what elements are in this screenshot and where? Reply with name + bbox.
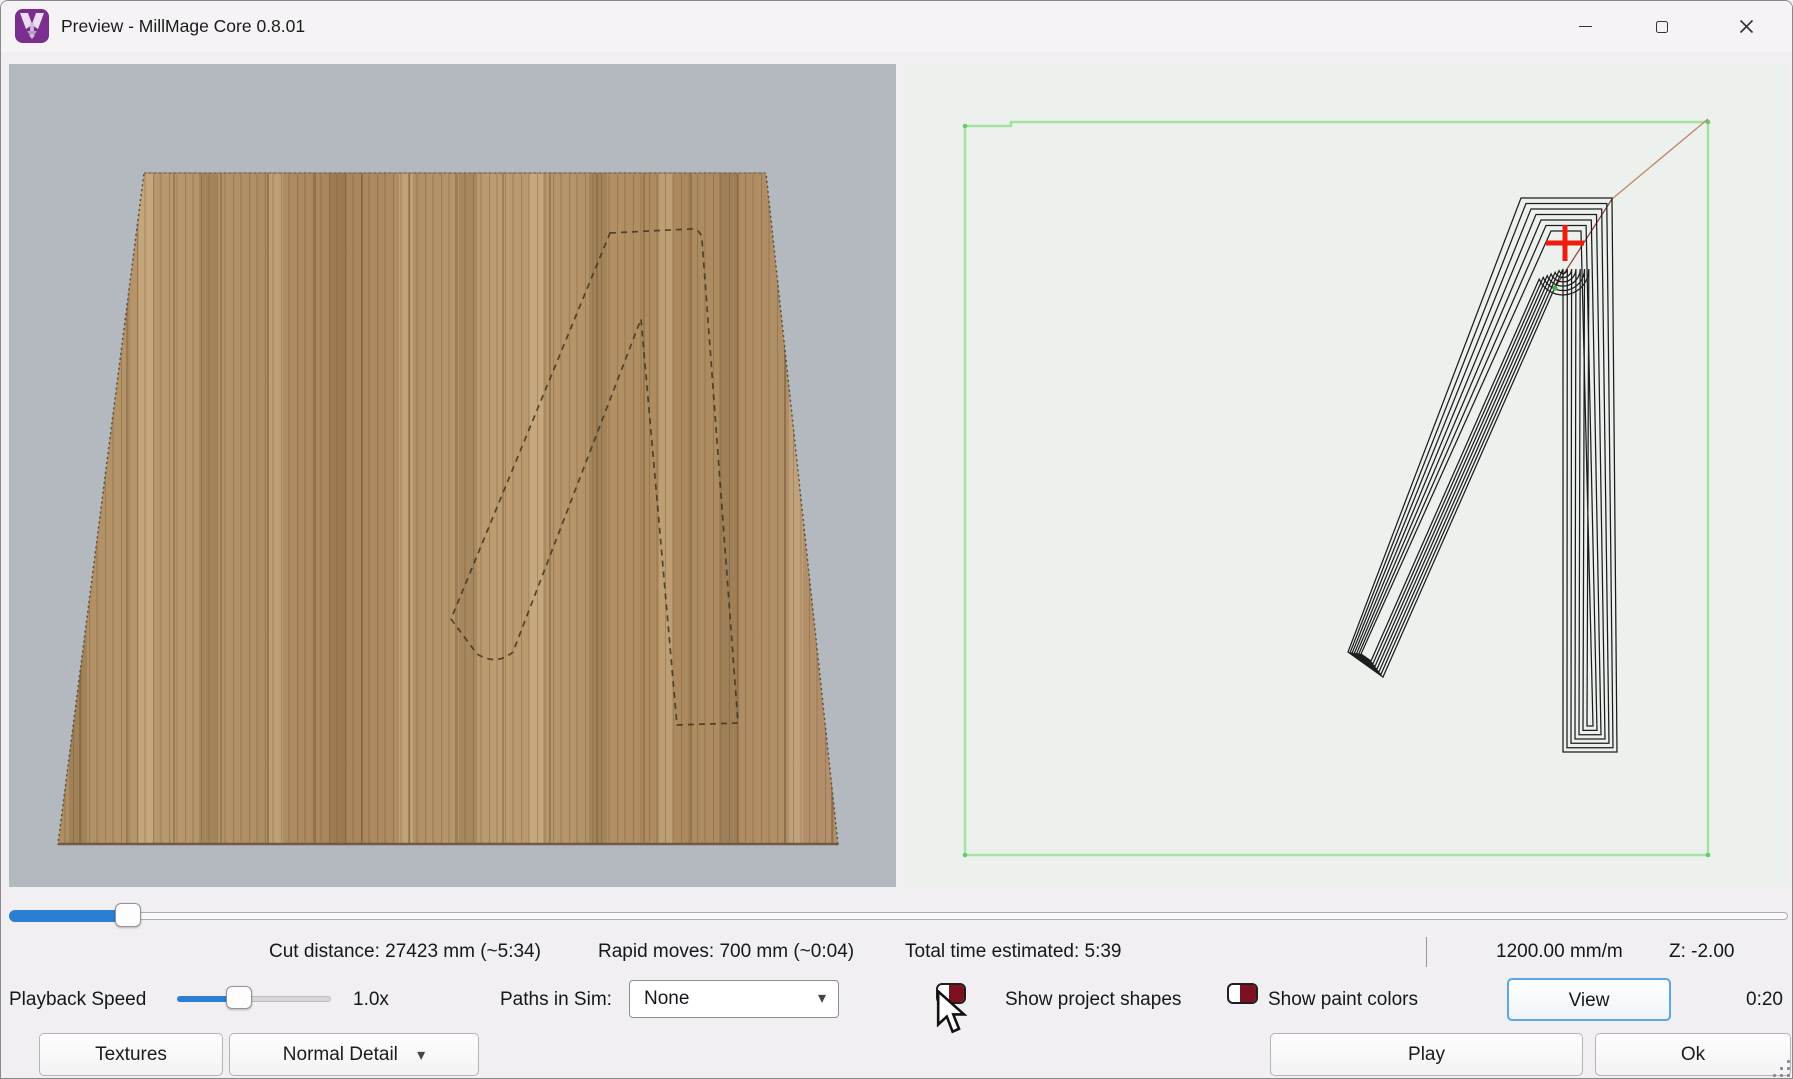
paths-in-sim-select[interactable]: None ▾: [629, 980, 839, 1018]
status-separator: [1426, 937, 1427, 967]
playback-speed-slider[interactable]: [177, 985, 331, 1011]
show-paint-colors-label: Show paint colors: [1268, 989, 1418, 1011]
footer-buttons: Textures Normal Detail ▾ Play Ok: [1, 1031, 1793, 1079]
path-start-dot: [1552, 285, 1557, 290]
material-preview-canvas[interactable]: [9, 64, 896, 887]
boundary-corner-dot: [963, 124, 968, 129]
app-logo-icon: [15, 9, 49, 43]
progress-fill: [9, 910, 121, 922]
mouse-cursor: [934, 990, 974, 1036]
maximize-icon: [1656, 21, 1668, 33]
minimize-icon: [1579, 26, 1592, 27]
boundary-corner-dot: [1706, 853, 1711, 858]
elapsed-time-text: 0:20: [1746, 989, 1783, 1011]
show-paint-colors-checkbox[interactable]: [1227, 983, 1258, 1004]
status-row: Cut distance: 27423 mm (~5:34) Rapid mov…: [1, 935, 1793, 969]
paths-in-sim-value: None: [644, 988, 689, 1009]
total-time-text: Total time estimated: 5:39: [905, 941, 1122, 963]
progress-track[interactable]: [9, 912, 1788, 920]
detail-level-value: Normal Detail: [283, 1044, 398, 1065]
feed-rate-text: 1200.00 mm/m: [1496, 941, 1623, 963]
toolpath-loops: [1348, 198, 1617, 752]
textures-button[interactable]: Textures: [39, 1033, 223, 1076]
z-depth-text: Z: -2.00: [1669, 941, 1734, 963]
speed-handle[interactable]: [226, 986, 252, 1009]
toolpath-preview-canvas[interactable]: [904, 64, 1788, 887]
window-title: Preview - MillMage Core 0.8.01: [61, 1, 305, 52]
preview-window: Preview - MillMage Core 0.8.01: [0, 0, 1793, 1079]
progress-handle[interactable]: [115, 903, 141, 927]
show-project-shapes-label: Show project shapes: [1005, 989, 1181, 1011]
carved-shape-outline: [451, 229, 738, 725]
detail-level-dropdown[interactable]: Normal Detail ▾: [229, 1033, 479, 1076]
view-button[interactable]: View: [1507, 978, 1671, 1021]
boundary-corner-dot: [963, 853, 968, 858]
rapid-move-line: [1612, 119, 1708, 199]
cut-distance-text: Cut distance: 27423 mm (~5:34): [269, 941, 541, 963]
maximize-button[interactable]: [1639, 1, 1685, 52]
close-button[interactable]: [1723, 1, 1769, 52]
ok-button[interactable]: Ok: [1595, 1033, 1791, 1076]
close-icon: [1739, 19, 1754, 34]
paths-in-sim-label: Paths in Sim:: [500, 989, 612, 1011]
titlebar[interactable]: Preview - MillMage Core 0.8.01: [1, 1, 1792, 52]
stock-outline: [58, 173, 838, 844]
play-button[interactable]: Play: [1270, 1033, 1583, 1076]
rapid-moves-text: Rapid moves: 700 mm (~0:04): [598, 941, 854, 963]
simulation-progress-slider[interactable]: [9, 902, 1788, 930]
playback-controls: Playback Speed 1.0x Paths in Sim: None ▾…: [1, 977, 1793, 1025]
playback-speed-label: Playback Speed: [9, 989, 146, 1011]
minimize-button[interactable]: [1562, 1, 1608, 52]
resize-grip[interactable]: [1769, 1056, 1791, 1078]
playback-speed-value: 1.0x: [353, 989, 389, 1011]
checkbox-fill: [1240, 984, 1257, 1004]
chevron-down-icon: ▾: [818, 981, 826, 1017]
chevron-down-icon: ▾: [417, 1047, 425, 1064]
